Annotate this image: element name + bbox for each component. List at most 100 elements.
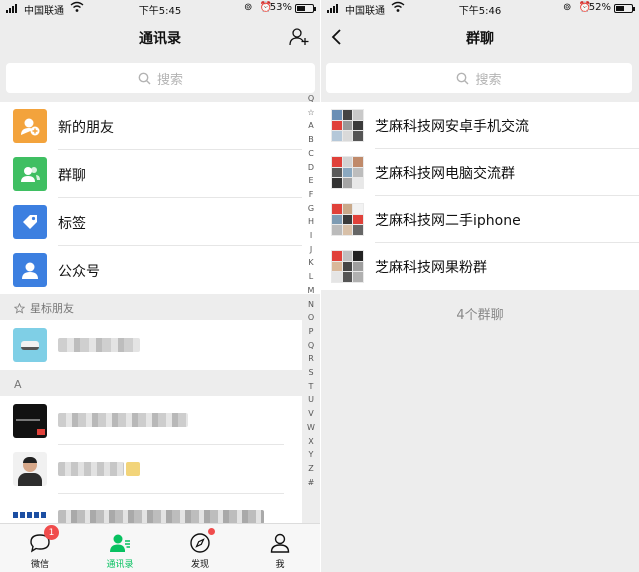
index-letter[interactable]: E <box>308 174 313 188</box>
index-letter[interactable]: W <box>307 421 315 435</box>
group-chats-screen: 中国联通 下午5:46 ⊚ ⏰ 52% 群聊 搜索 芝麻科技网安卓手机交流 芝麻… <box>321 0 639 572</box>
unread-badge: 1 <box>44 525 59 540</box>
group-row[interactable]: 芝麻科技网二手iphone <box>321 196 639 243</box>
search-icon <box>138 72 151 84</box>
search-bar[interactable]: 搜索 <box>6 63 315 93</box>
index-letter[interactable]: G <box>308 202 314 216</box>
index-letter[interactable]: # <box>308 476 315 490</box>
blurred-contact-name <box>58 510 264 524</box>
index-letter[interactable]: Q <box>308 339 314 353</box>
alphabet-index[interactable]: Q ☆ A B C D E F G H I J K L M N O P Q R S T U V W X Y Z # <box>304 92 318 489</box>
contact-row[interactable] <box>0 445 302 494</box>
menu-label: 群聊 <box>58 168 86 184</box>
index-letter[interactable]: T <box>309 380 314 394</box>
tab-discover[interactable]: 发现 <box>160 524 240 572</box>
contact-row[interactable] <box>0 494 302 524</box>
index-letter[interactable]: Q <box>308 92 314 106</box>
contacts-screen: 中国联通 下午5:45 ⊚ ⏰ 53% 通讯录 搜索 新的朋友 群聊 标签 公众… <box>0 0 320 572</box>
tab-bar: 微信 1 通讯录 发现 我 <box>0 523 320 572</box>
section-letter: A <box>14 377 22 391</box>
starred-label: 星标朋友 <box>30 302 74 315</box>
tab-label: 通讯录 <box>106 560 134 570</box>
page-title: 群聊 <box>466 31 494 47</box>
avatar <box>13 506 47 524</box>
index-letter[interactable]: R <box>308 352 314 366</box>
index-letter[interactable]: I <box>310 229 312 243</box>
group-row[interactable]: 芝麻科技网安卓手机交流 <box>321 102 639 149</box>
group-count: 4个群聊 <box>456 308 504 323</box>
index-letter[interactable]: H <box>308 215 314 229</box>
person-icon <box>270 533 290 553</box>
status-bar: 中国联通 下午5:46 ⊚ ⏰ 52% <box>321 0 639 18</box>
group-row[interactable]: 芝麻科技网果粉群 <box>321 243 639 290</box>
notification-dot <box>208 528 215 535</box>
menu-label: 公众号 <box>58 264 100 280</box>
status-bar: 中国联通 下午5:45 ⊚ ⏰ 53% <box>0 0 320 18</box>
group-avatar <box>331 203 364 236</box>
battery-percent: 53% <box>269 2 292 13</box>
contact-row-starred[interactable] <box>0 320 302 370</box>
index-letter[interactable]: C <box>308 147 314 161</box>
index-letter[interactable]: N <box>308 298 314 312</box>
tab-label: 发现 <box>190 560 209 570</box>
screenshot-stage: 中国联通 下午5:45 ⊚ ⏰ 53% 通讯录 搜索 新的朋友 群聊 标签 公众… <box>0 0 639 572</box>
index-letter[interactable]: A <box>308 119 313 133</box>
section-header-a: A <box>0 372 302 396</box>
index-letter[interactable]: V <box>308 407 313 421</box>
group-avatar <box>331 250 364 283</box>
index-letter[interactable]: S <box>308 366 313 380</box>
official-account-icon <box>13 253 47 287</box>
index-letter[interactable]: L <box>309 270 313 284</box>
index-letter[interactable]: D <box>308 161 314 175</box>
group-avatar <box>331 109 364 142</box>
index-letter[interactable]: M <box>308 284 315 298</box>
index-letter[interactable]: F <box>309 188 314 202</box>
tab-contacts[interactable]: 通讯录 <box>80 524 160 572</box>
page-title: 通讯录 <box>139 31 181 47</box>
tab-label: 微信 <box>30 560 49 570</box>
add-friend-icon[interactable] <box>288 26 310 48</box>
group-name: 芝麻科技网果粉群 <box>375 260 487 276</box>
menu-group-chats[interactable]: 群聊 <box>0 150 320 198</box>
avatar <box>13 328 47 362</box>
index-letter[interactable]: B <box>308 133 314 147</box>
index-letter[interactable]: J <box>310 243 312 257</box>
contacts-icon <box>110 534 130 552</box>
blurred-contact-emoji <box>126 462 140 476</box>
blurred-contact-name <box>58 462 124 476</box>
avatar <box>13 452 47 486</box>
blurred-contact-name <box>58 413 188 427</box>
index-letter[interactable]: K <box>308 256 313 270</box>
avatar <box>13 404 47 438</box>
group-name: 芝麻科技网安卓手机交流 <box>375 119 529 135</box>
index-letter[interactable]: Z <box>308 462 313 476</box>
menu-official-accounts[interactable]: 公众号 <box>0 246 320 294</box>
index-letter[interactable]: ☆ <box>307 106 314 120</box>
search-placeholder: 搜索 <box>475 72 502 88</box>
new-friends-icon <box>13 109 47 143</box>
tab-label: 我 <box>275 560 285 570</box>
tag-icon <box>13 205 47 239</box>
index-letter[interactable]: O <box>308 311 314 325</box>
index-letter[interactable]: U <box>308 393 314 407</box>
battery-icon <box>295 4 316 13</box>
compass-icon <box>190 533 210 553</box>
search-icon <box>457 72 469 84</box>
search-bar[interactable]: 搜索 <box>326 63 632 93</box>
group-avatar <box>331 156 364 189</box>
index-letter[interactable]: Y <box>309 448 314 462</box>
menu-new-friends[interactable]: 新的朋友 <box>0 102 320 150</box>
group-list: 芝麻科技网安卓手机交流 芝麻科技网电脑交流群 芝麻科技网二手iphone 芝麻科… <box>321 102 639 290</box>
tab-chats[interactable]: 微信 1 <box>0 524 80 572</box>
menu-tags[interactable]: 标签 <box>0 198 320 246</box>
battery-icon <box>614 4 635 13</box>
starred-section-header: 星标朋友 <box>0 296 302 320</box>
blurred-contact-name <box>58 338 140 352</box>
tab-me[interactable]: 我 <box>240 524 320 572</box>
contact-row[interactable] <box>0 396 302 445</box>
nav-bar: 群聊 <box>321 18 639 56</box>
group-chat-icon <box>13 157 47 191</box>
group-row[interactable]: 芝麻科技网电脑交流群 <box>321 149 639 196</box>
index-letter[interactable]: P <box>309 325 314 339</box>
index-letter[interactable]: X <box>308 435 313 449</box>
